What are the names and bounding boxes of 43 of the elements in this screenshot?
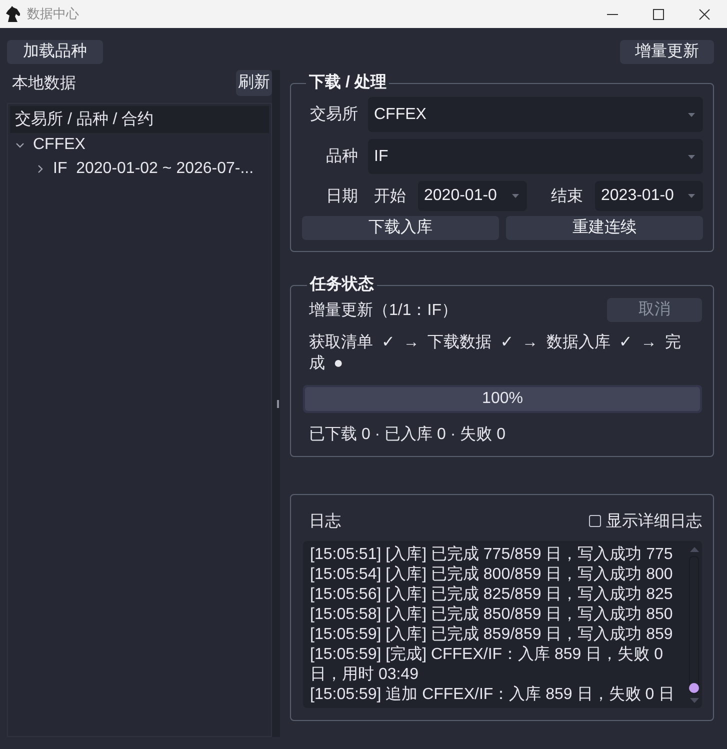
close-icon xyxy=(698,8,710,20)
group-title: 任务状态 xyxy=(308,275,375,295)
log-line: [15:05:59] 追加 CFFEX/IF：入库 859 日，失败 0 日 xyxy=(310,685,676,705)
field-label: 开始 xyxy=(374,186,406,206)
log-line: [15:05:56] [入库] 已完成 825/859 日，写入成功 825 xyxy=(310,585,674,605)
task-name: 增量更新（1/1：IF） xyxy=(309,300,458,320)
summary-text: 已下载 0 · 已入库 0 · 失败 0 xyxy=(309,425,506,445)
group-title: 下载 / 处理 xyxy=(308,73,388,93)
dropdown-arrow-icon xyxy=(688,112,695,116)
log-line: [15:05:58] [入库] 已完成 850/859 日，写入成功 850 xyxy=(310,605,674,625)
dropdown-arrow-icon xyxy=(688,154,695,158)
maximize-icon xyxy=(652,8,664,20)
field-label: 交易所 xyxy=(309,104,358,125)
log-line: [15:05:59] [入库] 已完成 859/859 日，写入成功 859 xyxy=(310,625,674,645)
log-line: [15:05:51] [入库] 已完成 775/859 日，写入成功 775 xyxy=(310,545,674,565)
product-dropdown[interactable]: IF xyxy=(368,139,703,174)
tree-item[interactable]: IF 2020-01-02 ~ 2026-07-... xyxy=(10,157,269,181)
horse-head-icon xyxy=(5,6,21,22)
step-progress-text: 获取清单 ✓ → 下载数据 ✓ → 数据入库 ✓ → 完成 ● xyxy=(309,332,682,374)
progress-label: 100% xyxy=(482,390,523,408)
refresh-button[interactable]: 刷新 xyxy=(236,70,272,96)
field-label: 结束 xyxy=(551,186,583,206)
field-label: 日期 xyxy=(325,186,358,206)
field-label: 品种 xyxy=(325,146,358,167)
end-date-picker[interactable]: 2023-01-0 xyxy=(595,181,703,211)
window-title: 数据中心 xyxy=(27,5,79,23)
load-products-button[interactable]: 加载品种 xyxy=(7,40,103,64)
tree-item[interactable]: CFFEX xyxy=(10,133,269,157)
log-title: 日志 xyxy=(309,512,341,532)
panel-title: 本地数据 xyxy=(12,74,76,94)
exchange-dropdown[interactable]: CFFEX xyxy=(368,97,703,132)
log-line: [15:05:59] [完成] CFFEX/IF：入库 859 日，失败 0 日，用时 03:49 xyxy=(310,645,664,685)
dropdown-arrow-icon xyxy=(688,194,695,198)
verbose-log-checkbox[interactable]: 显示详细日志 xyxy=(589,510,702,532)
log-line: [15:05:54] [入库] 已完成 800/859 日，写入成功 800 xyxy=(310,565,674,585)
incremental-update-button[interactable]: 增量更新 xyxy=(620,40,714,64)
dropdown-arrow-icon xyxy=(512,194,519,198)
start-date-picker[interactable]: 2020-01-0 xyxy=(418,181,527,211)
tree-column-header: 交易所 / 品种 / 合约 xyxy=(10,106,269,133)
scrollbar-track[interactable] xyxy=(689,556,699,694)
scrollbar-handle[interactable] xyxy=(689,683,699,693)
action-button[interactable]: 下载入库 xyxy=(302,216,499,240)
action-button[interactable]: 重建连续 xyxy=(506,216,703,240)
